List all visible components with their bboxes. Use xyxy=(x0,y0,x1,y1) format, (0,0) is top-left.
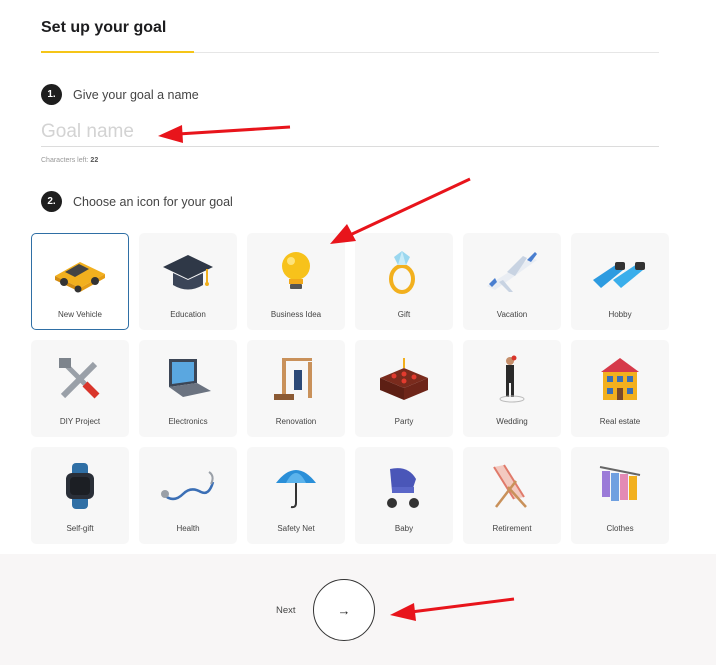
next-button[interactable]: → xyxy=(313,579,375,641)
icon-label: Renovation xyxy=(275,417,317,426)
laptop-icon xyxy=(156,353,220,405)
icon-tile-health[interactable]: Health xyxy=(139,447,237,544)
icon-label: Retirement xyxy=(492,524,532,533)
icon-tile-electronics[interactable]: Electronics xyxy=(139,340,237,437)
icon-label: Business Idea xyxy=(270,310,322,319)
ring-icon xyxy=(372,246,436,298)
renovation-icon xyxy=(264,353,328,405)
icon-tile-baby[interactable]: Baby xyxy=(355,447,453,544)
goal-icon-grid: New Vehicle Education Business Idea Gift… xyxy=(31,233,669,544)
icon-label: Wedding xyxy=(496,417,528,426)
icon-label: Gift xyxy=(397,310,411,319)
step-1-label: Give your goal a name xyxy=(73,87,199,102)
stroller-icon xyxy=(372,460,436,512)
lightbulb-icon xyxy=(264,246,328,298)
icon-label: Clothes xyxy=(606,524,634,533)
icon-label: Self-gift xyxy=(66,524,94,533)
tab-active-indicator xyxy=(41,51,194,53)
flippers-icon xyxy=(588,246,652,298)
icon-tile-gift[interactable]: Gift xyxy=(355,233,453,330)
icon-tile-safety-net[interactable]: Safety Net xyxy=(247,447,345,544)
tools-icon xyxy=(48,353,112,405)
icon-label: Hobby xyxy=(608,310,632,319)
icon-label: Health xyxy=(176,524,200,533)
wedding-icon xyxy=(480,353,544,405)
icon-tile-party[interactable]: Party xyxy=(355,340,453,437)
icon-tile-diy-project[interactable]: DIY Project xyxy=(31,340,129,437)
icon-label: Party xyxy=(394,417,414,426)
icon-tile-retirement[interactable]: Retirement xyxy=(463,447,561,544)
step-2: 2. Choose an icon for your goal xyxy=(41,191,233,212)
icon-tile-hobby[interactable]: Hobby xyxy=(571,233,669,330)
deck-chair-icon xyxy=(480,460,544,512)
icon-tile-new-vehicle[interactable]: New Vehicle xyxy=(31,233,129,330)
icon-tile-education[interactable]: Education xyxy=(139,233,237,330)
icon-tile-vacation[interactable]: Vacation xyxy=(463,233,561,330)
umbrella-icon xyxy=(264,460,328,512)
airplane-icon xyxy=(480,246,544,298)
goal-name-input[interactable] xyxy=(41,118,659,147)
stethoscope-icon xyxy=(156,460,220,512)
icon-label: Electronics xyxy=(168,417,208,426)
arrow-right-icon: → xyxy=(337,602,351,618)
icon-tile-clothes[interactable]: Clothes xyxy=(571,447,669,544)
car-icon xyxy=(48,246,112,298)
characters-left: Characters left: 22 xyxy=(41,157,98,164)
step-2-label: Choose an icon for your goal xyxy=(73,194,233,209)
step-2-number: 2. xyxy=(41,191,62,212)
step-1-number: 1. xyxy=(41,84,62,105)
icon-label: Vacation xyxy=(496,310,528,319)
icon-label: New Vehicle xyxy=(57,310,103,319)
icon-label: Safety Net xyxy=(277,524,315,533)
next-label: Next xyxy=(276,605,296,616)
cake-icon xyxy=(372,353,436,405)
graduation-cap-icon xyxy=(156,246,220,298)
house-icon xyxy=(588,353,652,405)
smartwatch-icon xyxy=(48,460,112,512)
characters-left-label: Characters left: xyxy=(41,157,89,164)
icon-tile-renovation[interactable]: Renovation xyxy=(247,340,345,437)
icon-tile-real-estate[interactable]: Real estate xyxy=(571,340,669,437)
icon-label: Baby xyxy=(394,524,414,533)
icon-tile-self-gift[interactable]: Self-gift xyxy=(31,447,129,544)
icon-label: Education xyxy=(170,310,206,319)
page-title: Set up your goal xyxy=(41,19,167,36)
icon-label: DIY Project xyxy=(59,417,101,426)
clothes-rack-icon xyxy=(588,460,652,512)
icon-tile-wedding[interactable]: Wedding xyxy=(463,340,561,437)
icon-tile-business-idea[interactable]: Business Idea xyxy=(247,233,345,330)
characters-left-count: 22 xyxy=(90,157,99,164)
icon-label: Real estate xyxy=(599,417,641,426)
step-1: 1. Give your goal a name xyxy=(41,84,199,105)
